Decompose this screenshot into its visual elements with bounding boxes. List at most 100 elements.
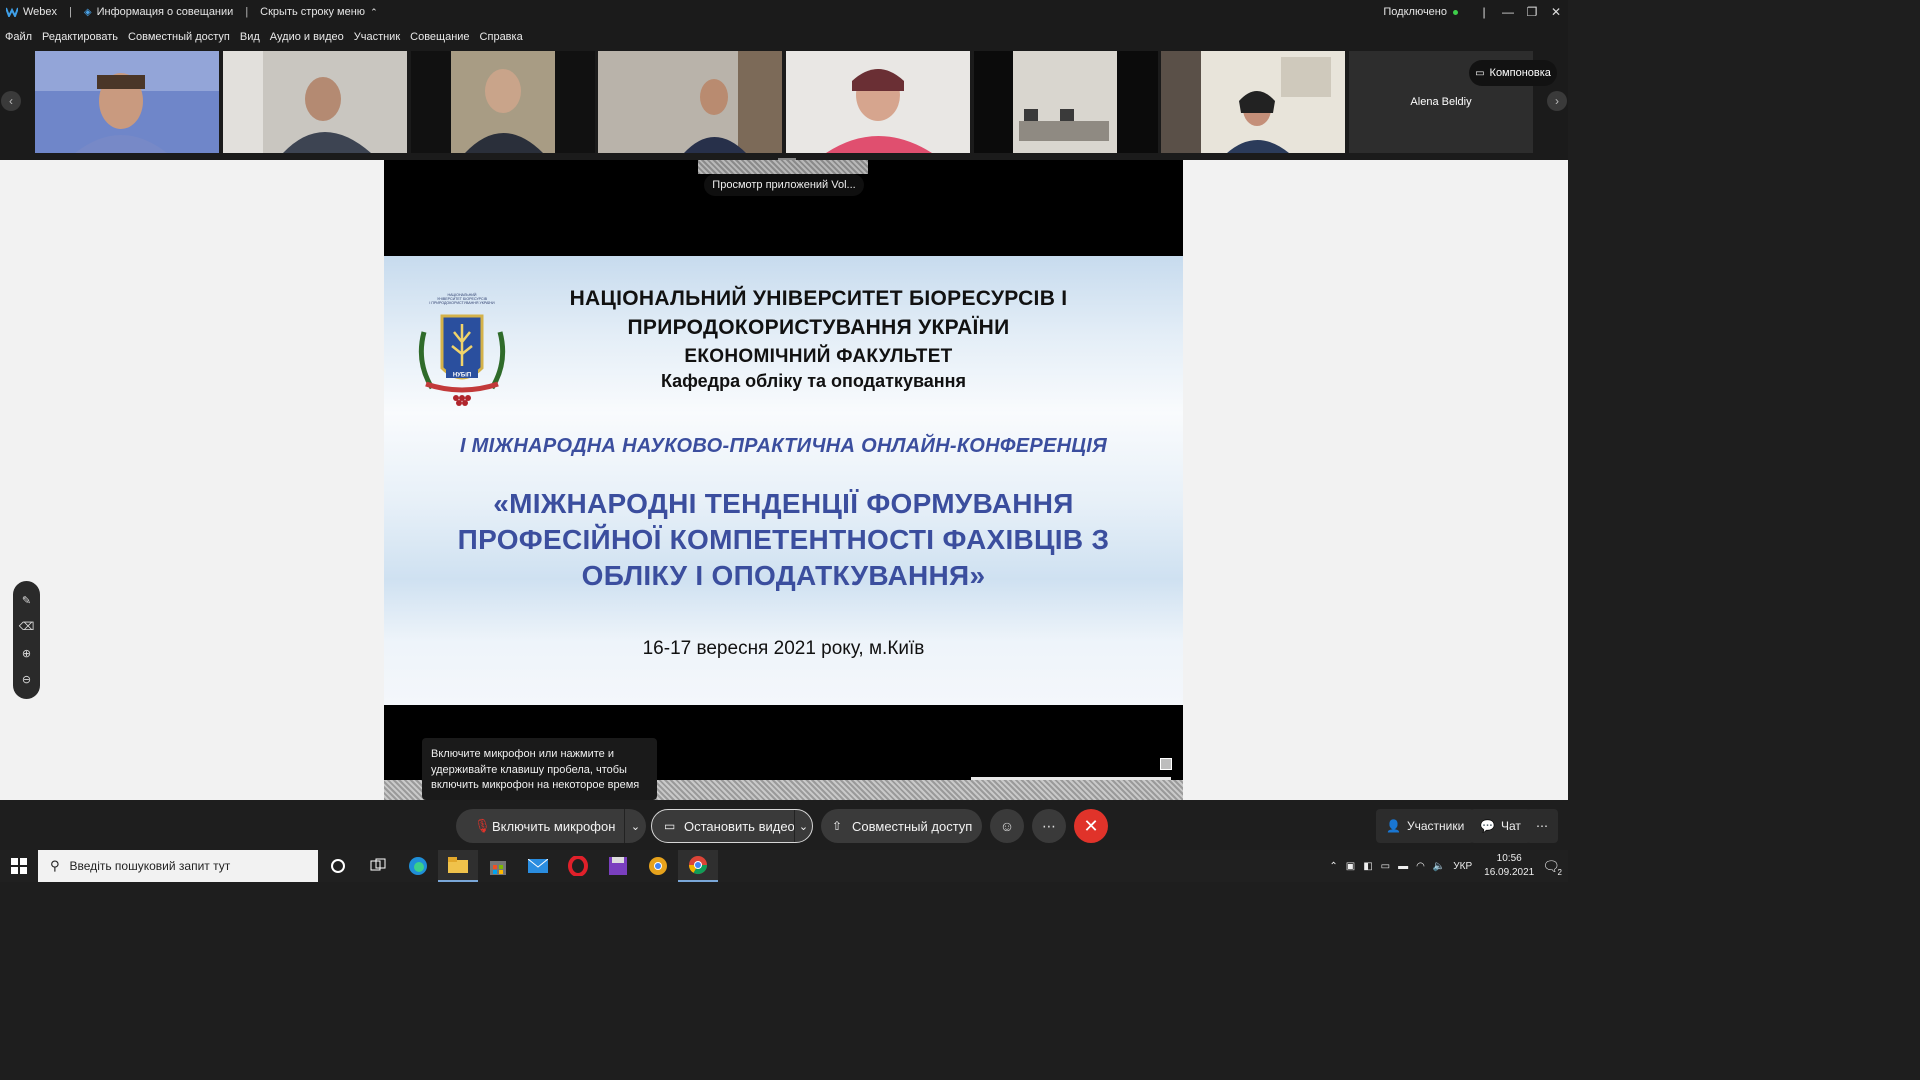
video-filmstrip: Alena Beldiy ‹ › ▭ Компоновка — [0, 50, 1568, 160]
eraser-icon[interactable]: ⌫ — [19, 620, 35, 633]
notification-center-icon[interactable]: 🗨 2 — [1542, 858, 1562, 877]
store-icon[interactable] — [478, 850, 518, 882]
restore-button[interactable]: ❐ — [1520, 0, 1544, 24]
zoom-out-icon[interactable]: ⊖ — [22, 673, 31, 686]
layout-button[interactable]: ▭ Компоновка — [1469, 60, 1557, 86]
volume-icon[interactable]: 🔈 — [1433, 861, 1445, 872]
menu-participant[interactable]: Участник — [354, 31, 400, 43]
participants-button[interactable]: 👤 Участники — [1376, 809, 1475, 843]
webex-tray-icon[interactable]: ▣ — [1346, 861, 1355, 872]
person-icon: 👤 — [1386, 819, 1401, 833]
connection-status-text: Подключено — [1383, 6, 1447, 18]
chevron-up-icon[interactable]: ⌃ — [370, 7, 378, 18]
search-icon: ⚲ — [50, 858, 60, 873]
chrome-canary-icon[interactable] — [638, 850, 678, 882]
windows-taskbar: ⚲ Введіть пошуковий запит тут ⌃ ▣ ◧ ▭ ▬ … — [0, 850, 1568, 882]
apps-view-tooltip[interactable]: Просмотр приложений Vol... — [704, 174, 864, 196]
cortana-icon[interactable] — [318, 850, 358, 882]
share-label: Совместный доступ — [852, 818, 973, 834]
file-explorer-icon[interactable] — [438, 850, 478, 882]
connection-status: Подключено — [1383, 6, 1458, 18]
participant-video-5[interactable] — [786, 51, 970, 153]
reactions-button[interactable]: ☺ — [990, 809, 1024, 843]
participants-label: Участники — [1406, 819, 1465, 833]
chat-button[interactable]: 💬 Чат — [1470, 809, 1531, 843]
edge-icon[interactable] — [398, 850, 438, 882]
hide-menu-link[interactable]: Скрыть строку меню — [260, 6, 365, 18]
battery-icon[interactable]: ▭ — [1381, 861, 1390, 872]
stop-video-button[interactable]: ▭ Остановить видео ⌄ — [651, 809, 813, 843]
mail-icon[interactable] — [518, 850, 558, 882]
menu-share[interactable]: Совместный доступ — [128, 31, 230, 43]
zoom-in-icon[interactable]: ⊕ — [22, 647, 31, 660]
annotate-pen-icon[interactable]: ✎ — [22, 594, 31, 607]
leave-meeting-button[interactable]: ✕ — [1074, 809, 1108, 843]
close-button[interactable]: ✕ — [1544, 0, 1568, 24]
meeting-info-link[interactable]: Информация о совещании — [97, 6, 234, 18]
folder-tray-icon[interactable]: ▬ — [1398, 861, 1408, 872]
slide-date: 16-17 вересня 2021 року, м.Київ — [642, 638, 925, 659]
more-options-button[interactable]: ⋯ — [1032, 809, 1066, 843]
share-button[interactable]: ⇧ Совместный доступ — [821, 809, 982, 843]
task-view-icon[interactable] — [358, 850, 398, 882]
participant-video-3[interactable] — [411, 51, 595, 153]
participant-video-6[interactable] — [974, 51, 1158, 153]
menu-view[interactable]: Вид — [240, 31, 260, 43]
camera-icon: ▭ — [664, 819, 676, 833]
start-button[interactable] — [0, 850, 38, 882]
participant-video-7[interactable] — [1161, 51, 1345, 153]
participant-video-2[interactable] — [223, 51, 407, 153]
chat-bubble-icon: 💬 — [1480, 819, 1495, 833]
camera-tray-icon[interactable]: ◧ — [1363, 861, 1372, 872]
menu-meeting[interactable]: Совещание — [410, 31, 469, 43]
slide-faculty: ЕКОНОМІЧНИЙ ФАКУЛЬТЕТ — [684, 346, 953, 367]
filmstrip-next-button[interactable]: › — [1547, 91, 1567, 111]
filmstrip-prev-button[interactable]: ‹ — [1, 91, 21, 111]
ellipsis-icon: ⋯ — [1536, 819, 1548, 833]
menu-audio-video[interactable]: Аудио и видео — [270, 31, 344, 43]
title-bar: Webex | ◈ Информация о совещании | Скрыт… — [0, 0, 1568, 24]
system-tray: ⌃ ▣ ◧ ▭ ▬ ◠ 🔈 УКР 10:56 16.09.2021 🗨 2 — [1329, 850, 1568, 882]
shared-screen[interactable]: Просмотр приложений Vol... НАЦІОНАЛЬНИЙ … — [384, 158, 1183, 800]
chevron-up-icon[interactable]: ⌃ — [1329, 861, 1337, 872]
share-icon: ⇧ — [832, 819, 843, 833]
drag-handle[interactable] — [778, 158, 796, 160]
mic-tooltip: Включите микрофон или нажмите и удержива… — [422, 738, 657, 800]
chat-label: Чат — [1500, 819, 1521, 833]
separator-icon: | — [1482, 5, 1486, 19]
close-icon: ✕ — [1083, 815, 1099, 836]
resize-handle[interactable] — [1160, 758, 1172, 770]
apps-view-bar[interactable] — [698, 160, 868, 174]
mic-options-chevron-icon[interactable]: ⌄ — [624, 809, 646, 843]
wifi-icon[interactable]: ◠ — [1416, 861, 1425, 872]
participant-video-1[interactable] — [35, 51, 219, 153]
annotation-toolbar: ✎ ⌫ ⊕ ⊖ — [13, 581, 40, 699]
taskbar-search[interactable]: ⚲ Введіть пошуковий запит тут — [38, 850, 318, 882]
windows-icon — [11, 858, 27, 874]
notification-count: 2 — [1557, 867, 1562, 877]
chrome-icon[interactable] — [678, 850, 718, 882]
menu-bar: Файл Редактировать Совместный доступ Вид… — [0, 24, 1568, 50]
language-indicator[interactable]: УКР — [1453, 861, 1472, 872]
ellipsis-icon: ⋯ — [1042, 817, 1056, 834]
layout-button-label: Компоновка — [1489, 67, 1551, 79]
layout-icon: ▭ — [1475, 67, 1485, 79]
slide-department: Кафедра обліку та оподаткування — [660, 371, 967, 391]
video-options-chevron-icon[interactable]: ⌄ — [794, 810, 812, 842]
menu-file[interactable]: Файл — [5, 31, 32, 43]
webex-icon — [6, 7, 18, 17]
save-disk-icon[interactable] — [598, 850, 638, 882]
mic-muted-icon: 🎙 — [474, 818, 491, 833]
shared-content-stage: Просмотр приложений Vol... НАЦІОНАЛЬНИЙ … — [0, 158, 1568, 800]
panel-more-button[interactable]: ⋯ — [1526, 809, 1558, 843]
participant-video-4[interactable] — [598, 51, 782, 153]
clock[interactable]: 10:56 16.09.2021 — [1484, 852, 1534, 880]
opera-icon[interactable] — [558, 850, 598, 882]
menu-help[interactable]: Справка — [480, 31, 523, 43]
menu-edit[interactable]: Редактировать — [42, 31, 118, 43]
shield-icon: ◈ — [83, 6, 92, 18]
participant-name: Alena Beldiy — [1410, 96, 1472, 108]
chevron-right-icon: › — [1555, 94, 1559, 108]
unmute-button[interactable]: 🎙 Включить микрофон ⌄ — [456, 809, 646, 843]
minimize-button[interactable]: — — [1496, 0, 1520, 24]
